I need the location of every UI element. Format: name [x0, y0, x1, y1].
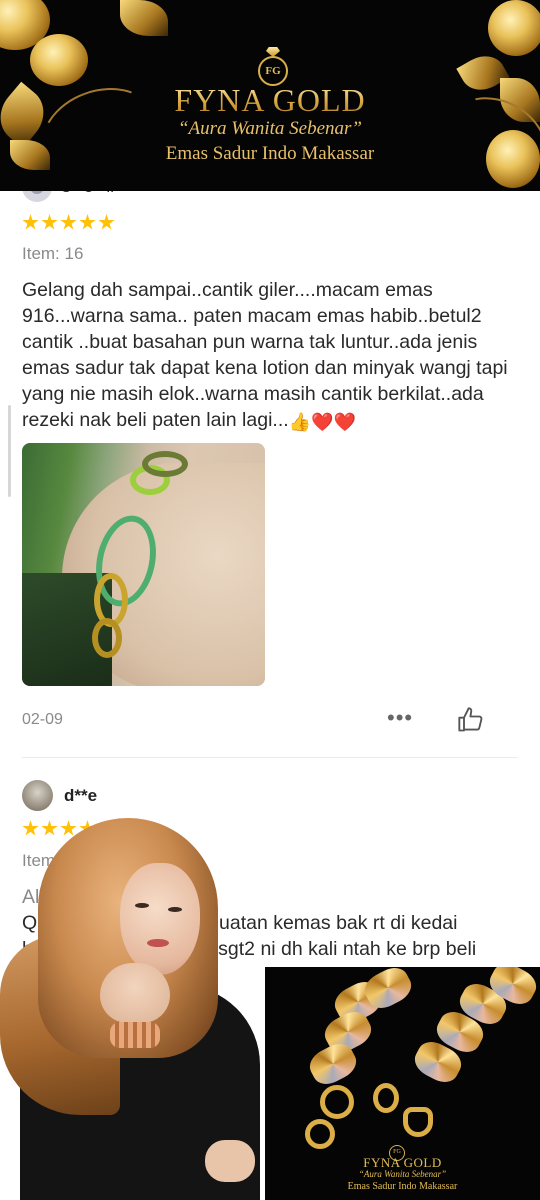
review-text: Gelang dah sampai..cantik giler....macam… — [22, 277, 522, 433]
review-date: 02-09 — [22, 711, 63, 728]
heart-emoji: ❤️ — [333, 412, 356, 432]
thumbs-up-icon[interactable] — [457, 706, 485, 734]
star-icon — [60, 214, 77, 230]
clasp-ring-decoration — [373, 1083, 399, 1113]
model-eye — [168, 907, 182, 912]
rose-decoration — [30, 34, 88, 86]
brand-tagline: “Aura Wanita Sebenar” — [177, 118, 363, 139]
brand-title: FYNA GOLD — [0, 82, 540, 119]
star-rating — [22, 214, 115, 234]
model-lips — [147, 939, 169, 947]
model-face — [120, 863, 200, 975]
clasp-ring-decoration — [320, 1085, 354, 1119]
bracelet-on-model — [110, 1022, 160, 1048]
star-icon — [79, 214, 96, 230]
model-hand — [100, 963, 170, 1023]
model-hand — [205, 1140, 255, 1182]
clasp-ring-decoration — [305, 1119, 335, 1149]
item-variant-label: Item: 16 — [22, 244, 84, 263]
review-body: Gelang dah sampai..cantik giler....macam… — [22, 279, 508, 431]
scroll-indicator[interactable] — [8, 405, 11, 497]
leaf-decoration — [120, 0, 168, 36]
thumbs-up-emoji: 👍 — [288, 412, 312, 432]
star-icon — [41, 214, 58, 230]
star-icon — [98, 214, 115, 230]
review-divider — [22, 757, 518, 758]
reviewer-avatar — [22, 780, 53, 811]
review-photo[interactable] — [22, 443, 265, 686]
brand-tagline-small: “Aura Wanita Sebenar” — [358, 1169, 447, 1179]
brand-banner-top: FG FYNA GOLD “Aura Wanita Sebenar” Emas … — [0, 0, 540, 191]
star-icon — [22, 214, 39, 230]
bracelet-link — [142, 451, 188, 477]
heart-emoji: ❤️ — [311, 412, 334, 432]
brand-subtitle: Emas Sadur Indo Makassar — [165, 143, 375, 164]
reviewer-name: d**e — [64, 786, 98, 805]
bracelet-link — [92, 618, 122, 658]
product-banner: FG FYNA GOLD “Aura Wanita Sebenar” Emas … — [265, 967, 540, 1200]
more-dots-icon[interactable]: ••• — [387, 707, 413, 729]
rose-decoration — [488, 0, 540, 56]
heart-charm-decoration — [403, 1107, 433, 1137]
model-eye — [135, 903, 149, 908]
brand-subtitle-small: Emas Sadur Indo Makassar — [347, 1181, 458, 1192]
